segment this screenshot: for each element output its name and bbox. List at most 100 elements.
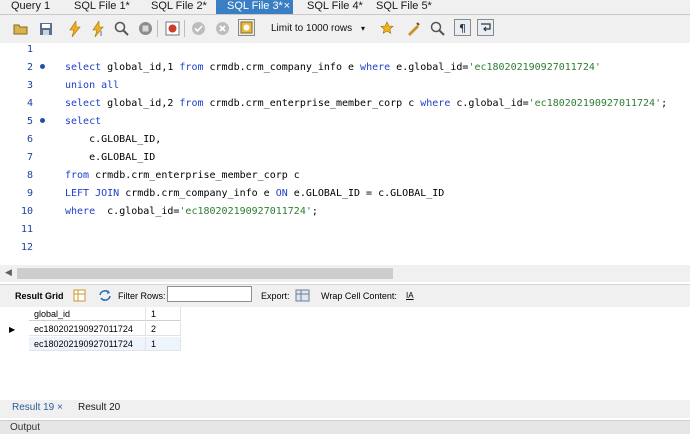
svg-text:¶: ¶ (459, 22, 466, 34)
column-header[interactable]: 1 (146, 307, 181, 321)
keyword: where (360, 62, 391, 73)
code-text: global_id,1 (101, 62, 180, 73)
toolbar-separator (184, 20, 185, 37)
keyword: ON (275, 188, 288, 199)
keyword: select (65, 116, 102, 127)
execute-icon[interactable] (66, 20, 83, 37)
result-grid-label[interactable]: Result Grid (15, 291, 64, 301)
column-header[interactable]: global_id (29, 307, 146, 321)
current-row-icon: ▶ (9, 325, 16, 334)
close-icon[interactable]: × (284, 0, 290, 13)
table-cell[interactable]: ec180202190927011724 (29, 337, 146, 351)
keyword: select (65, 62, 102, 73)
execute-current-icon[interactable]: I (90, 20, 107, 37)
keyword: union all (65, 80, 120, 91)
keyword: where (65, 206, 96, 217)
code-line-3: union all (65, 80, 119, 91)
add-snippet-icon[interactable] (379, 20, 396, 37)
word-wrap-icon[interactable] (477, 19, 494, 36)
code-line-6: c.GLOBAL_ID, (65, 134, 161, 145)
code-line-8: from crmdb.crm_enterprise_member_corp c (65, 170, 300, 181)
tab-label: SQL File 1* (74, 0, 130, 12)
code-text: crmdb.crm_enterprise_member_corp c (203, 98, 421, 109)
tab-sql-file-1[interactable]: SQL File 1* (63, 0, 138, 14)
keyword: from (179, 62, 204, 73)
string-literal: 'ec180202190927011724' (528, 98, 662, 109)
line-number: 10 (20, 206, 33, 217)
tab-sql-file-3[interactable]: SQL File 3* × (216, 0, 293, 14)
code-text: ; (661, 98, 668, 109)
tab-query-1[interactable]: Query 1 (0, 0, 58, 14)
commit-icon[interactable] (190, 20, 207, 37)
table-cell[interactable]: ec180202190927011724 (29, 322, 146, 336)
result-tabs: Result 19 × Result 20 (0, 400, 690, 418)
code-text: crmdb.crm_company_info e (119, 188, 276, 199)
tab-label: SQL File 4* (307, 0, 363, 12)
code-line-5: select (65, 116, 101, 127)
statement-marker-icon[interactable] (40, 118, 45, 123)
grid-view-icon[interactable] (73, 289, 86, 305)
limit-rows-value: Limit to 1000 rows (271, 23, 353, 34)
code-line-9: LEFT JOIN crmdb.crm_company_info e ON e.… (65, 188, 444, 199)
code-text: c.global_id= (450, 98, 529, 109)
explain-icon[interactable] (113, 20, 130, 37)
scroll-left-icon[interactable]: ◀ (5, 267, 12, 278)
table-cell[interactable]: 1 (146, 337, 181, 351)
code-text: crmdb.crm_enterprise_member_corp c (89, 170, 300, 181)
output-label: Output (10, 422, 41, 433)
line-number: 4 (26, 98, 33, 109)
wrap-cell-icon[interactable]: IA (406, 291, 414, 300)
code-line-2: select global_id,1 from crmdb.crm_compan… (65, 62, 601, 73)
table-cell[interactable]: 2 (146, 322, 181, 336)
open-folder-icon[interactable] (12, 20, 29, 37)
line-number: 5 (26, 116, 33, 127)
code-text: e.GLOBAL_ID = c.GLOBAL_ID (287, 188, 445, 199)
toggle-error-icon[interactable] (164, 20, 181, 37)
keyword: from (179, 98, 204, 109)
string-literal: 'ec180202190927011724' (179, 206, 312, 217)
code-text: ; (311, 206, 318, 217)
code-text: e.GLOBAL_ID (65, 152, 156, 163)
close-icon[interactable]: × (57, 402, 63, 413)
rollback-icon[interactable] (214, 20, 231, 37)
beautify-icon[interactable] (405, 20, 422, 37)
output-panel-header[interactable]: Output (0, 420, 690, 434)
code-text: c.global_id= (95, 206, 180, 217)
code-line-7: e.GLOBAL_ID (65, 152, 155, 163)
autocommit-icon[interactable] (238, 19, 255, 36)
statement-marker-icon[interactable] (40, 64, 45, 69)
horizontal-scrollbar[interactable]: ◀ (0, 265, 690, 282)
tab-sql-file-5[interactable]: SQL File 5* (365, 0, 440, 14)
tab-sql-file-2[interactable]: SQL File 2* (140, 0, 215, 14)
line-number: 7 (26, 152, 33, 163)
tab-label: SQL File 3* (227, 0, 283, 12)
tab-result-20[interactable]: Result 20 (78, 402, 120, 413)
code-line-10: where c.global_id='ec180202190927011724'… (65, 206, 318, 217)
stop-icon[interactable] (137, 20, 154, 37)
code-text: crmdb.crm_company_info e (203, 62, 361, 73)
tab-result-19[interactable]: Result 19 × (12, 402, 63, 413)
keyword: where (420, 98, 451, 109)
export-label: Export: (261, 291, 290, 301)
keyword: from (65, 170, 90, 181)
line-number: 11 (20, 224, 33, 235)
invisible-chars-icon[interactable]: ¶ (454, 19, 471, 36)
editor-tab-bar: Query 1 SQL File 1* SQL File 2* SQL File… (0, 0, 690, 15)
filter-rows-label: Filter Rows: (118, 291, 166, 301)
export-icon[interactable] (295, 289, 310, 305)
svg-text:I: I (100, 30, 102, 37)
tab-sql-file-4[interactable]: SQL File 4* (296, 0, 371, 14)
chevron-down-icon: ▾ (360, 24, 365, 33)
line-number: 8 (26, 170, 33, 181)
refresh-icon[interactable] (98, 289, 112, 305)
limit-rows-select[interactable]: Limit to 1000 rows ▾ (261, 20, 371, 37)
line-number: 3 (26, 80, 33, 91)
code-line-4: select global_id,2 from crmdb.crm_enterp… (65, 98, 667, 109)
filter-rows-input[interactable] (167, 286, 252, 302)
toolbar-separator (157, 20, 158, 37)
code-text: global_id,2 (101, 98, 180, 109)
find-icon[interactable] (429, 20, 446, 37)
save-icon[interactable] (37, 20, 54, 37)
scrollbar-thumb[interactable] (17, 268, 393, 279)
line-number: 6 (26, 134, 33, 145)
